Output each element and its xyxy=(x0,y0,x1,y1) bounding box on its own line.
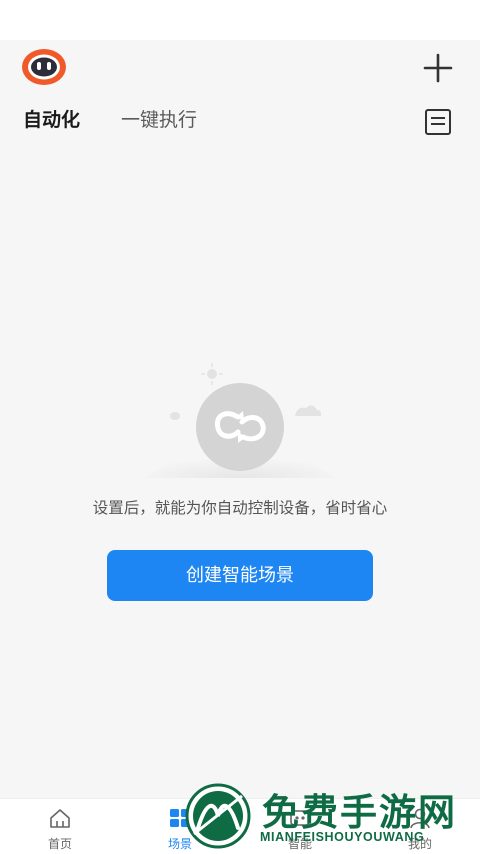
scene-grid-icon xyxy=(170,809,190,827)
tab-automation[interactable]: 自动化 xyxy=(23,109,80,133)
nav-label-scene: 场景 xyxy=(167,837,192,851)
nav-label-mine: 我的 xyxy=(407,837,432,851)
nav-item-scene[interactable]: 场景 xyxy=(140,799,220,854)
tab-one-click[interactable]: 一键执行 xyxy=(121,109,197,133)
nav-label-smart: 智能 xyxy=(287,837,312,851)
status-bar xyxy=(0,0,480,40)
nav-label-home: 首页 xyxy=(47,837,72,851)
header: 自动化 一键执行 xyxy=(0,40,480,150)
nav-item-home[interactable]: 首页 xyxy=(20,799,100,854)
home-icon xyxy=(50,809,70,828)
nav-item-mine[interactable]: 我的 xyxy=(380,799,460,854)
log-button[interactable] xyxy=(423,108,453,136)
add-button[interactable] xyxy=(418,48,458,88)
bottom-nav: 首页 场景 智能 我的 xyxy=(0,798,480,854)
create-scene-button[interactable]: 创建智能场景 xyxy=(107,550,373,601)
smart-icon xyxy=(290,810,310,826)
profile-icon xyxy=(410,808,430,829)
loop-cloud-illustration xyxy=(145,363,335,478)
empty-state-message: 设置后，就能为你自动控制设备，省时省心 xyxy=(92,500,388,517)
robot-avatar-icon[interactable] xyxy=(21,47,67,87)
nav-item-smart[interactable]: 智能 xyxy=(260,799,340,854)
